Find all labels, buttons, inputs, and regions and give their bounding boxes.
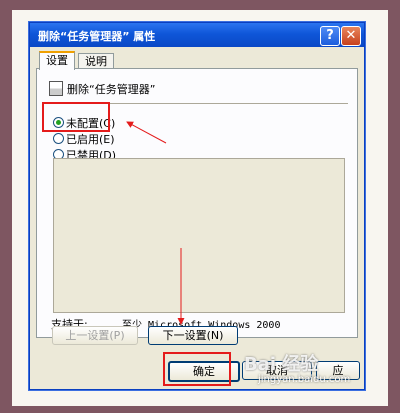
tab-settings[interactable]: 设置 xyxy=(39,51,75,70)
watermark-url: jingyan.baidu.com xyxy=(258,374,351,385)
watermark-logo: Bai 经验 xyxy=(244,354,319,375)
arrow-to-radio xyxy=(126,121,167,144)
